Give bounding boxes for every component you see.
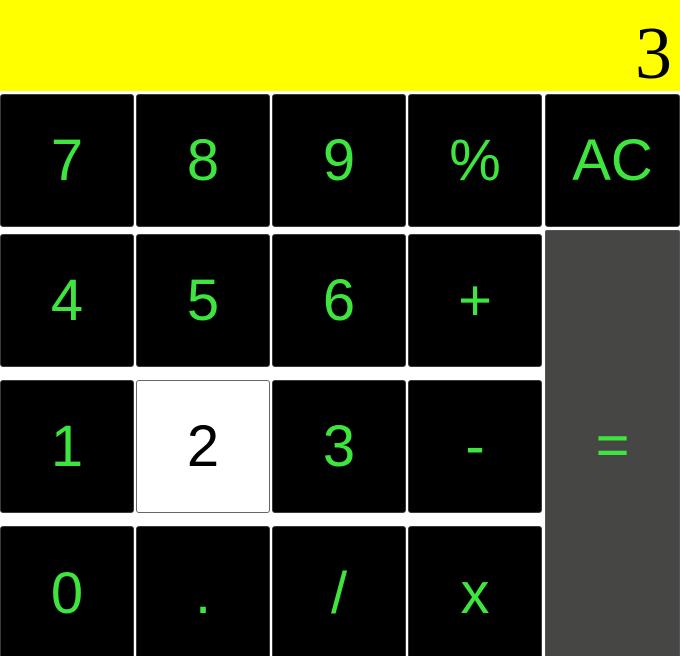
key-5[interactable]: 5 (136, 234, 270, 367)
key-dot[interactable]: . (136, 526, 270, 656)
key-9[interactable]: 9 (272, 94, 406, 227)
key-1[interactable]: 1 (0, 380, 134, 513)
key-4[interactable]: 4 (0, 234, 134, 367)
key-2[interactable]: 2 (136, 380, 270, 513)
key-percent[interactable]: % (408, 94, 542, 227)
key-multiply[interactable]: x (408, 526, 542, 656)
display: 3 (0, 0, 680, 95)
key-8[interactable]: 8 (136, 94, 270, 227)
key-divide[interactable]: / (272, 526, 406, 656)
key-3[interactable]: 3 (272, 380, 406, 513)
calculator: 3 7 8 9 % AC 4 5 6 + = 1 2 3 - 0 . / x (0, 0, 680, 656)
key-minus[interactable]: - (408, 380, 542, 513)
key-plus[interactable]: + (408, 234, 542, 367)
key-equals[interactable]: = (545, 230, 680, 656)
display-value: 3 (635, 13, 672, 95)
key-clear[interactable]: AC (545, 94, 680, 227)
key-0[interactable]: 0 (0, 526, 134, 656)
key-7[interactable]: 7 (0, 94, 134, 227)
key-6[interactable]: 6 (272, 234, 406, 367)
